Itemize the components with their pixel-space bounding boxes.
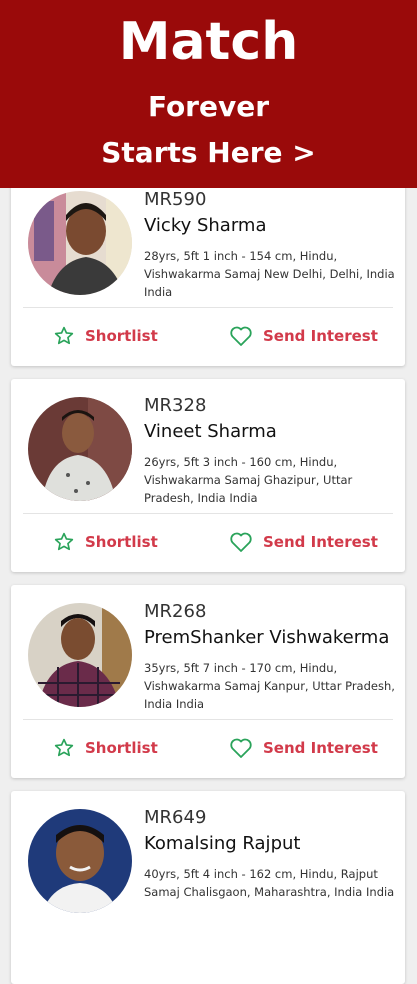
profile-code: MR590 (144, 189, 207, 210)
heart-outline-icon (229, 737, 253, 759)
divider (23, 719, 393, 720)
profile-photo[interactable] (28, 191, 132, 295)
profile-photo[interactable] (28, 603, 132, 707)
profile-photo-image (28, 809, 132, 913)
profile-card[interactable]: MR328 Vineet Sharma 26yrs, 5ft 3 inch - … (11, 379, 405, 572)
promo-banner[interactable]: Match Forever Starts Here > (0, 0, 417, 188)
profile-details: 35yrs, 5ft 7 inch - 170 cm, Hindu, Vishw… (144, 661, 395, 711)
star-outline-icon (53, 325, 75, 347)
shortlist-label: Shortlist (85, 533, 158, 551)
shortlist-button[interactable]: Shortlist (53, 731, 158, 765)
banner-cta[interactable]: Starts Here > (0, 134, 417, 172)
send-interest-label: Send Interest (263, 327, 378, 345)
profile-photo[interactable] (28, 397, 132, 501)
profile-name: Vicky Sharma (144, 215, 267, 236)
profile-details: 28yrs, 5ft 1 inch - 154 cm, Hindu, Vishw… (144, 249, 395, 299)
send-interest-label: Send Interest (263, 533, 378, 551)
profile-name: Vineet Sharma (144, 421, 277, 442)
profile-card[interactable]: MR590 Vicky Sharma 28yrs, 5ft 1 inch - 1… (11, 173, 405, 366)
profile-code: MR649 (144, 807, 207, 828)
shortlist-button[interactable]: Shortlist (53, 319, 158, 353)
profile-name: PremShanker Vishwakerma (144, 627, 390, 648)
divider (23, 307, 393, 308)
profile-details: 40yrs, 5ft 4 inch - 162 cm, Hindu, Rajpu… (144, 867, 395, 899)
heart-outline-icon (229, 325, 253, 347)
star-outline-icon (53, 531, 75, 553)
profile-code: MR268 (144, 601, 207, 622)
shortlist-label: Shortlist (85, 739, 158, 757)
profile-details: 26yrs, 5ft 3 inch - 160 cm, Hindu, Vishw… (144, 455, 353, 505)
profile-photo-image (28, 397, 132, 501)
profile-photo-image (28, 191, 132, 295)
profile-name: Komalsing Rajput (144, 833, 301, 854)
star-outline-icon (53, 737, 75, 759)
profile-code: MR328 (144, 395, 207, 416)
banner-subtitle: Forever (147, 90, 270, 123)
shortlist-button[interactable]: Shortlist (53, 525, 158, 559)
banner-title: Match (118, 12, 299, 72)
profile-photo-image (28, 603, 132, 707)
profile-card[interactable]: MR268 PremShanker Vishwakerma 35yrs, 5ft… (11, 585, 405, 778)
send-interest-button[interactable]: Send Interest (229, 319, 378, 353)
profile-photo[interactable] (28, 809, 132, 913)
profile-card[interactable]: MR649 Komalsing Rajput 40yrs, 5ft 4 inch… (11, 791, 405, 984)
send-interest-label: Send Interest (263, 739, 378, 757)
send-interest-button[interactable]: Send Interest (229, 731, 378, 765)
shortlist-label: Shortlist (85, 327, 158, 345)
divider (23, 513, 393, 514)
heart-outline-icon (229, 531, 253, 553)
send-interest-button[interactable]: Send Interest (229, 525, 378, 559)
